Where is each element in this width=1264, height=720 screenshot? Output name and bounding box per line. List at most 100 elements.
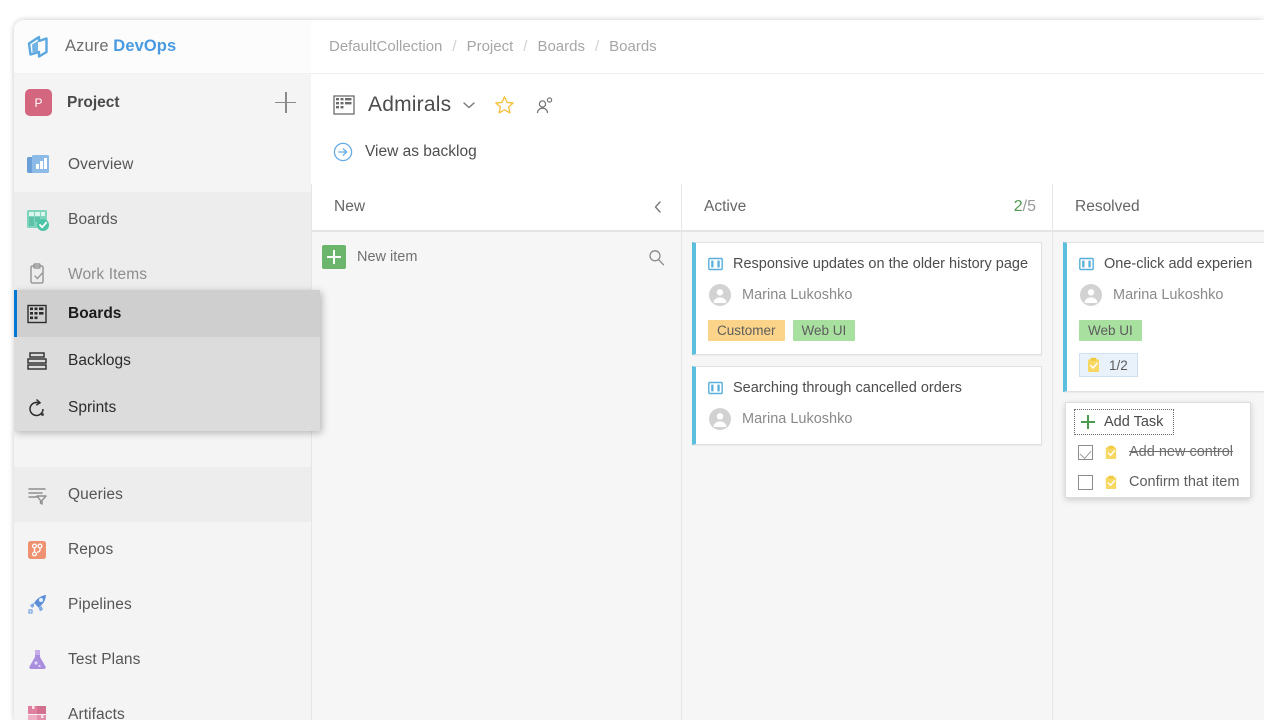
plus-icon [322, 245, 346, 269]
people-icon[interactable] [535, 96, 554, 115]
boards-grid-icon [25, 302, 49, 326]
card-assignee-row: Marina Lukoshko [708, 407, 1027, 431]
sidebar-item-test-plans[interactable]: Test Plans [14, 632, 311, 687]
add-task-button[interactable]: Add Task [1074, 409, 1174, 435]
boards-submenu-flyout: Boards Backlogs [14, 290, 320, 431]
project-avatar: P [25, 89, 52, 116]
tag-chip[interactable]: Web UI [793, 320, 856, 341]
clipboard-check-icon [1104, 475, 1118, 490]
new-item-button[interactable]: New item [322, 245, 417, 269]
submenu-label-backlogs: Backlogs [68, 352, 131, 370]
artifacts-icon [25, 702, 51, 720]
board-card[interactable]: One-click add experien Marina Lukoshko [1063, 242, 1264, 392]
sidebar-label-pipelines: Pipelines [68, 596, 132, 614]
column-header-resolved: Resolved [1053, 184, 1264, 232]
task-checkbox[interactable] [1078, 475, 1093, 490]
azure-devops-logo [25, 34, 51, 60]
column-name-new: New [334, 198, 651, 216]
submenu-item-sprints[interactable]: Sprints [14, 384, 320, 431]
breadcrumb-item-project[interactable]: Project [459, 38, 522, 55]
work-items-icon [25, 262, 51, 288]
main-content: DefaultCollection / Project / Boards / B… [311, 20, 1264, 720]
submenu-label-sprints: Sprints [68, 399, 116, 417]
new-item-label: New item [357, 249, 417, 265]
breadcrumb-separator: / [521, 38, 529, 55]
sprints-icon [25, 396, 49, 420]
tag-chip[interactable]: Web UI [1079, 320, 1142, 341]
sidebar-label-overview: Overview [68, 156, 133, 174]
boards-icon [25, 207, 51, 233]
repos-icon [25, 537, 51, 563]
sidebar: Azure DevOps P Project Ove [14, 20, 311, 720]
breadcrumb-item-collection[interactable]: DefaultCollection [321, 38, 450, 55]
plus-icon[interactable] [275, 92, 297, 114]
breadcrumb-separator: / [450, 38, 458, 55]
brand-label: Azure DevOps [65, 37, 176, 56]
chevron-left-icon[interactable] [651, 200, 665, 214]
wip-limit: /5 [1023, 198, 1036, 215]
board-column-new: New New item [311, 184, 682, 720]
board-column-active: Active 2/5 R [682, 184, 1053, 720]
sidebar-item-boards[interactable]: Boards [14, 192, 311, 247]
project-row[interactable]: P Project [14, 74, 311, 131]
card-tags: Customer Web UI [708, 320, 1027, 341]
test-plans-icon [25, 647, 51, 673]
add-task-popover: Add Task Add new contro [1065, 402, 1251, 498]
card-assignee-row: Marina Lukoshko [1079, 283, 1264, 307]
sidebar-label-artifacts: Artifacts [68, 706, 125, 720]
sidebar-label-test-plans: Test Plans [68, 651, 141, 669]
task-checkbox[interactable] [1078, 445, 1093, 460]
avatar-icon [708, 283, 732, 307]
board-card[interactable]: Searching through cancelled orders Mari [692, 366, 1042, 445]
column-header-active: Active 2/5 [682, 184, 1052, 232]
task-list-item[interactable]: Confirm that item [1066, 467, 1250, 497]
sidebar-item-pipelines[interactable]: Pipelines [14, 577, 311, 632]
task-count-label: 1/2 [1109, 358, 1128, 373]
avatar-icon [1079, 283, 1103, 307]
task-label: Add new control [1129, 444, 1233, 460]
brand-header[interactable]: Azure DevOps [14, 20, 311, 74]
card-assignee-name: Marina Lukoshko [742, 287, 852, 303]
new-item-row: New item [322, 242, 671, 272]
card-assignee-row: Marina Lukoshko [708, 283, 1027, 307]
sidebar-item-artifacts[interactable]: Artifacts [14, 687, 311, 720]
brand-azure: Azure [65, 37, 113, 55]
chevron-down-icon[interactable] [462, 98, 476, 112]
breadcrumb: DefaultCollection / Project / Boards / B… [311, 20, 1264, 74]
breadcrumb-item-boards-hub[interactable]: Boards [529, 38, 593, 55]
view-as-backlog-button[interactable]: View as backlog [333, 142, 1264, 162]
pipelines-icon [25, 592, 51, 618]
star-icon[interactable] [494, 95, 515, 116]
sidebar-item-overview[interactable]: Overview [14, 137, 311, 192]
sidebar-item-queries[interactable]: Queries [14, 467, 311, 522]
user-story-icon [708, 381, 723, 395]
clipboard-check-icon [1086, 357, 1101, 373]
app-window: Azure DevOps P Project Ove [14, 20, 1264, 720]
column-body-resolved: One-click add experien Marina Lukoshko [1053, 232, 1264, 720]
task-list-item[interactable]: Add new control [1066, 437, 1250, 467]
sidebar-label-queries: Queries [68, 486, 123, 504]
board-card[interactable]: Responsive updates on the older history … [692, 242, 1042, 355]
breadcrumb-item-boards[interactable]: Boards [601, 38, 665, 55]
avatar-icon [708, 407, 732, 431]
task-count-badge[interactable]: 1/2 [1079, 353, 1138, 377]
submenu-item-boards[interactable]: Boards [14, 290, 320, 337]
sidebar-label-work-items: Work Items [68, 266, 147, 284]
search-icon[interactable] [648, 249, 665, 266]
card-tags: Web UI [1079, 320, 1264, 341]
card-title: One-click add experien [1104, 256, 1252, 272]
backlogs-icon [25, 349, 49, 373]
view-as-backlog-label: View as backlog [365, 143, 477, 161]
sidebar-item-repos[interactable]: Repos [14, 522, 311, 577]
wip-limit-indicator: 2/5 [1014, 198, 1036, 216]
tag-chip[interactable]: Customer [708, 320, 785, 341]
page-title: Admirals [368, 93, 451, 117]
wip-current: 2 [1014, 198, 1023, 215]
submenu-item-backlogs[interactable]: Backlogs [14, 337, 320, 384]
column-body-new: New item [312, 232, 681, 720]
plus-icon [1081, 415, 1095, 429]
board-column-resolved: Resolved One-click add [1053, 184, 1264, 720]
sidebar-label-boards: Boards [68, 211, 118, 229]
card-title-row: Responsive updates on the older history … [708, 256, 1027, 272]
project-name: Project [67, 94, 275, 112]
